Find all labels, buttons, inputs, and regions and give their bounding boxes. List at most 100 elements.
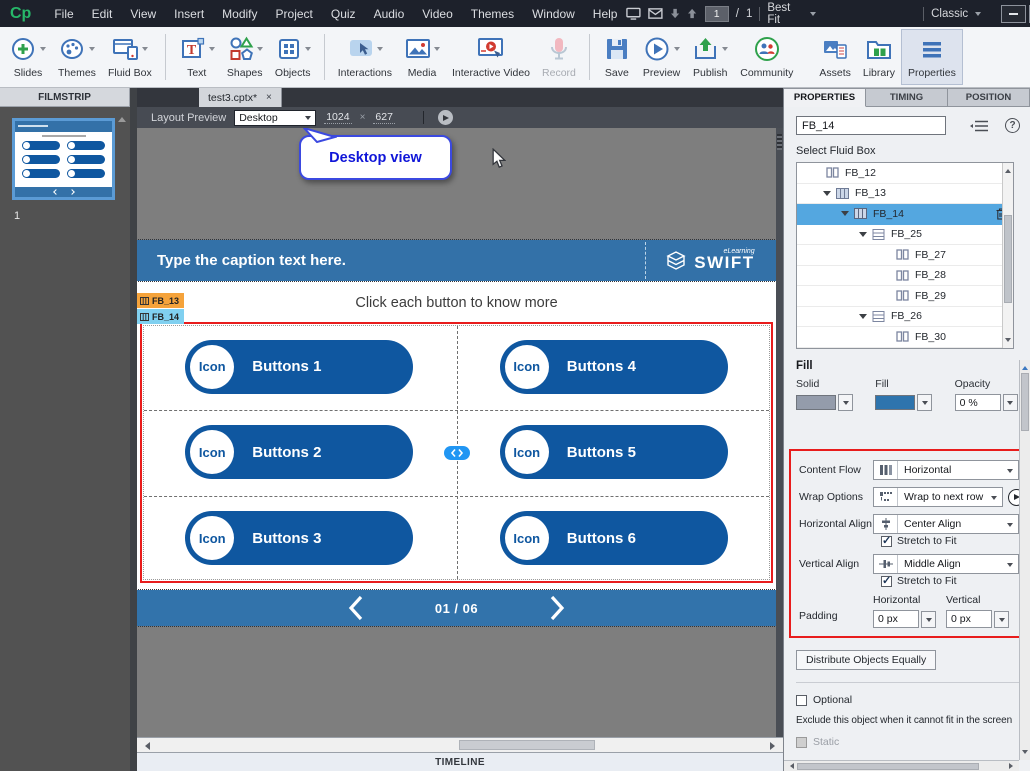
slide-button-3[interactable]: Icon Buttons 3 <box>185 511 414 566</box>
mail-icon[interactable] <box>648 7 663 20</box>
tab-timing[interactable]: TIMING <box>866 88 948 107</box>
slide-button-2[interactable]: Icon Buttons 2 <box>185 425 414 480</box>
canvas-width-field[interactable]: 1024 <box>324 111 352 124</box>
filmstrip-header[interactable]: FILMSTRIP <box>0 88 130 107</box>
scroll-right-icon[interactable] <box>1009 763 1016 769</box>
device-select[interactable]: Desktop <box>234 109 317 126</box>
tree-expand-icon[interactable] <box>823 190 831 196</box>
tree-scrollbar[interactable] <box>1002 163 1013 348</box>
dropdown-caret-box[interactable] <box>1002 394 1018 411</box>
dropdown-caret-box[interactable] <box>917 394 933 411</box>
stage-canvas[interactable]: Desktop view Type the caption text here.… <box>137 128 783 737</box>
tree-item-fb30[interactable]: FB_30 <box>797 327 1013 348</box>
static-option[interactable]: Static <box>796 736 1020 748</box>
tree-item-fb27[interactable]: FB_27 <box>797 245 1013 266</box>
slide-stage[interactable]: Type the caption text here. eLearning SW… <box>137 239 777 627</box>
previous-page-icon[interactable] <box>348 595 363 621</box>
scroll-left-icon[interactable] <box>141 742 150 750</box>
fluid-box-cell[interactable]: Icon Buttons 5 <box>457 410 772 496</box>
scroll-down-icon[interactable] <box>1022 750 1028 757</box>
minimize-button[interactable] <box>1001 4 1027 23</box>
toolbar-interactions[interactable]: Interactions <box>332 29 398 85</box>
fill-color-select[interactable] <box>875 394 954 411</box>
padding-vertical-select[interactable]: 0 px <box>946 610 1019 628</box>
wrap-options-select[interactable]: Wrap to next row <box>873 487 1003 507</box>
caption-bar[interactable]: Type the caption text here. eLearning SW… <box>137 239 777 282</box>
chevron-down-icon[interactable] <box>256 47 263 54</box>
toolbar-assets[interactable]: Assets <box>813 29 857 85</box>
stretch-checkbox[interactable] <box>881 574 892 587</box>
slide-button-6[interactable]: Icon Buttons 6 <box>499 511 728 566</box>
chevron-down-icon[interactable] <box>376 47 383 54</box>
tree-item-fb13[interactable]: FB_13 <box>797 184 1013 204</box>
static-checkbox[interactable] <box>796 736 807 748</box>
help-icon[interactable]: ? <box>1005 118 1020 133</box>
toolbar-themes[interactable]: Themes <box>52 29 102 85</box>
horizontal-align-select[interactable]: Center Align <box>873 514 1019 534</box>
fluid-box-cell[interactable]: Icon Buttons 3 <box>142 495 457 581</box>
tab-close-icon[interactable]: × <box>266 92 272 103</box>
scroll-right-icon[interactable] <box>770 742 779 750</box>
scrollbar-thumb[interactable] <box>1021 373 1029 431</box>
toolbar-objects[interactable]: Objects <box>269 29 317 85</box>
next-page-icon[interactable] <box>550 595 565 621</box>
fluid-box-cell[interactable]: Icon Buttons 4 <box>457 324 772 410</box>
slide-button-4[interactable]: Icon Buttons 4 <box>499 339 728 394</box>
scrollbar-thumb[interactable] <box>1004 215 1012 303</box>
presentation-icon[interactable] <box>626 6 642 21</box>
vertical-align-select[interactable]: Middle Align <box>873 554 1019 574</box>
preview-play-button[interactable] <box>437 110 453 125</box>
slide-number-input[interactable]: 1 <box>704 5 729 22</box>
toolbar-preview[interactable]: Preview <box>637 29 686 85</box>
dropdown-caret-box[interactable] <box>838 394 853 411</box>
slide-button-5[interactable]: Icon Buttons 5 <box>499 425 728 480</box>
stretch-to-fit-vertical[interactable]: Stretch to Fit <box>881 574 1019 587</box>
padding-horizontal-select[interactable]: 0 px <box>873 610 946 628</box>
tree-item-fb14-selected[interactable]: FB_14 <box>797 204 1013 225</box>
toolbar-fluid-box[interactable]: Fluid Box <box>102 29 158 85</box>
toolbar-shapes[interactable]: Shapes <box>221 29 269 85</box>
tab-position[interactable]: POSITION <box>948 88 1030 107</box>
dropdown-caret-box[interactable] <box>921 610 936 628</box>
toolbar-interactive-video[interactable]: Interactive Video <box>446 29 536 85</box>
chevron-down-icon[interactable] <box>40 47 46 54</box>
tree-item-fb26[interactable]: FB_26 <box>797 307 1013 327</box>
stretch-to-fit-horizontal[interactable]: Stretch to Fit <box>881 534 1019 547</box>
toolbar-publish[interactable]: Publish <box>686 29 734 85</box>
timeline-bar[interactable]: TIMELINE <box>137 752 783 771</box>
menu-audio[interactable]: Audio <box>365 7 414 21</box>
menu-insert[interactable]: Insert <box>165 7 213 21</box>
menu-edit[interactable]: Edit <box>83 7 122 21</box>
solid-fill-select[interactable] <box>796 394 875 411</box>
slide-heading[interactable]: Click each button to know more <box>137 281 776 311</box>
opacity-value[interactable]: 0 % <box>954 394 1001 411</box>
fluid-box-divider-handle[interactable] <box>443 445 470 460</box>
fluid-box-name-input[interactable] <box>796 116 946 135</box>
document-tab[interactable]: test3.cptx* × <box>199 88 282 107</box>
scroll-up-icon[interactable] <box>1005 166 1011 173</box>
optional-option[interactable]: Optional <box>796 694 1020 706</box>
chevron-down-icon[interactable] <box>208 47 215 54</box>
menu-modify[interactable]: Modify <box>213 7 266 21</box>
zoom-select[interactable]: Best Fit <box>767 2 803 26</box>
fill-swatch[interactable] <box>875 395 916 410</box>
toolbar-media[interactable]: Media <box>398 29 446 85</box>
chevron-down-icon[interactable] <box>673 47 680 54</box>
stretch-checkbox[interactable] <box>881 534 892 547</box>
tree-expand-icon[interactable] <box>859 313 867 319</box>
tab-properties[interactable]: PROPERTIES <box>784 88 866 107</box>
chevron-down-icon[interactable] <box>141 47 148 54</box>
distribute-objects-button[interactable]: Distribute Objects Equally <box>796 650 937 670</box>
next-slide-icon[interactable] <box>687 8 697 19</box>
canvas-height-field[interactable]: 627 <box>373 111 395 124</box>
canvas-horizontal-scrollbar[interactable] <box>137 737 783 752</box>
panel-options-icon[interactable] <box>969 119 989 133</box>
dropdown-caret-box[interactable] <box>994 610 1009 628</box>
properties-vertical-scrollbar[interactable] <box>1019 360 1030 760</box>
solid-swatch[interactable] <box>796 395 836 410</box>
menu-view[interactable]: View <box>121 7 165 21</box>
properties-horizontal-scrollbar[interactable] <box>784 760 1019 771</box>
toolbar-library[interactable]: Library <box>857 29 901 85</box>
filmstrip-splitter[interactable] <box>130 88 137 771</box>
toolbar-slides[interactable]: Slides <box>4 29 52 85</box>
